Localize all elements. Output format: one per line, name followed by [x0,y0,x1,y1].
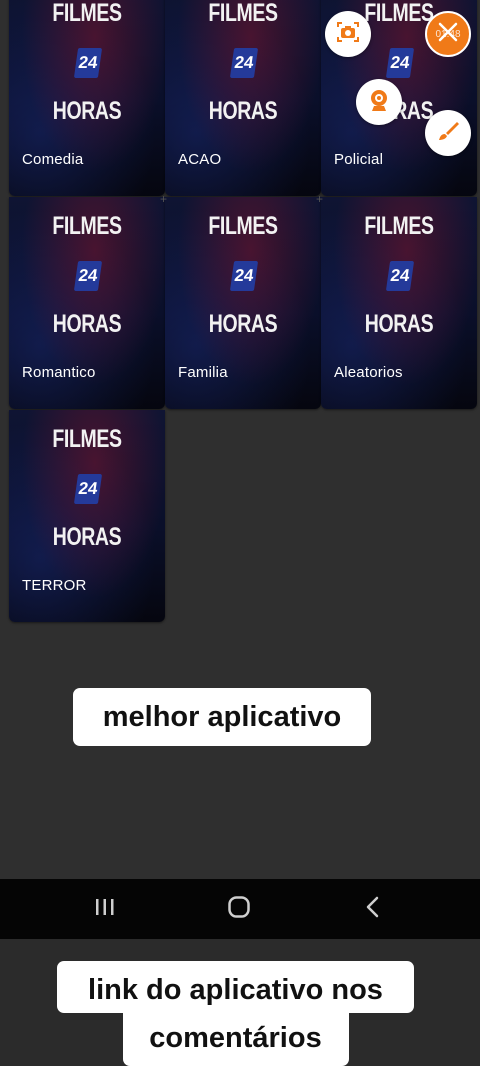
camera-icon [335,19,361,50]
webcam-button[interactable] [356,79,402,125]
home-button[interactable] [224,894,254,924]
category-tile-aleatorios[interactable]: FILMES 24 HORAS Aleatorios [321,197,477,409]
poster-badge: 24 [73,474,103,504]
poster-image: FILMES 24 HORAS [9,410,165,570]
poster-subtitle: HORAS [52,97,122,125]
recents-icon [93,896,117,923]
poster-subtitle: HORAS [208,310,278,338]
navigation-bar [0,879,480,939]
category-label: TERROR [22,577,87,594]
poster-subtitle: HORAS [52,310,122,338]
poster-badge: 24 [229,261,259,291]
home-icon [226,894,252,925]
poster-subtitle: HORAS [52,523,122,551]
poster-title: FILMES [52,0,122,27]
caption-bottom-text: link do aplicativo nos comentários [88,974,383,1054]
poster-image: FILMES 24 HORAS [165,0,321,144]
category-tile-romantico[interactable]: FILMES 24 HORAS Romantico [9,197,165,409]
grid-separator-icon: + [160,192,168,206]
poster-subtitle: HORAS [208,97,278,125]
category-label: Familia [178,364,228,381]
category-label: Aleatorios [334,364,403,381]
recording-timer: 01:48 [435,28,461,40]
category-label: Policial [334,151,384,168]
poster-image: FILMES 24 HORAS [9,197,165,357]
caption-top: melhor aplicativo [73,688,371,746]
poster-badge: 24 [385,48,415,78]
draw-button[interactable] [425,110,471,156]
category-tile-acao[interactable]: FILMES 24 HORAS ACAO [165,0,321,196]
screenshot-button[interactable] [325,11,371,57]
poster-badge: 24 [73,48,103,78]
category-tile-familia[interactable]: FILMES 24 HORAS Familia [165,197,321,409]
poster-title: FILMES [208,0,278,27]
category-tile-terror[interactable]: FILMES 24 HORAS TERROR [9,410,165,622]
poster-image: FILMES 24 HORAS [9,0,165,144]
poster-title: FILMES [364,212,434,240]
webcam-icon [366,87,392,118]
category-label: Romantico [22,364,96,381]
poster-title: FILMES [52,212,122,240]
back-icon [363,895,383,924]
brush-icon [435,118,461,149]
back-button[interactable] [358,894,388,924]
category-label: ACAO [178,151,222,168]
poster-image: FILMES 24 HORAS [321,197,477,357]
poster-title: FILMES [52,425,122,453]
poster-badge: 24 [73,261,103,291]
grid-separator-icon: + [316,192,324,206]
stop-recording-button[interactable]: 01:48 [425,11,471,57]
category-tile-comedia[interactable]: FILMES 24 HORAS Comedia [9,0,165,196]
poster-badge: 24 [385,261,415,291]
poster-image: FILMES 24 HORAS [165,197,321,357]
recents-button[interactable] [90,894,120,924]
poster-subtitle: HORAS [364,310,434,338]
poster-badge: 24 [229,48,259,78]
poster-title: FILMES [208,212,278,240]
category-label: Comedia [22,151,84,168]
